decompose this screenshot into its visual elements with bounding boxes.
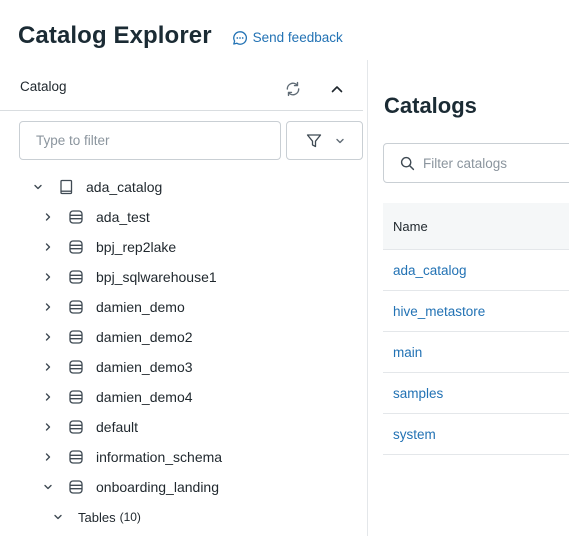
catalog-link[interactable]: hive_metastore [393,304,485,319]
table-row: system [383,414,569,455]
tree-item-label: Tables [78,509,116,525]
page-header: Catalog Explorer Send feedback [18,18,343,54]
table-row: samples [383,373,569,414]
database-icon [68,419,84,435]
chevron-right-icon[interactable] [42,361,54,373]
catalog-link[interactable]: main [393,345,422,360]
chevron-right-icon[interactable] [42,271,54,283]
filter-options-button[interactable] [286,121,363,160]
tree-item-label: default [96,419,139,435]
tree-item-label: damien_demo2 [96,329,193,345]
tree-item[interactable]: bpj_rep2lake [42,232,176,262]
catalog-link[interactable]: samples [393,386,443,401]
database-icon [68,329,84,345]
collapse-panel-button[interactable] [326,78,348,100]
tree-item[interactable]: information_schema [42,442,222,472]
database-icon [68,449,84,465]
database-icon [68,269,84,285]
refresh-button[interactable] [282,78,304,100]
catalog-link[interactable]: ada_catalog [393,263,467,278]
tree-item-label: damien_demo3 [96,359,193,375]
tree-item-label: ada_test [96,209,150,225]
database-icon [68,209,84,225]
tree-item[interactable]: ada_catalog [32,172,162,202]
table-body: ada_catalog hive_metastoremain samples syst… [383,250,569,455]
tree-item[interactable]: bpj_sqlwarehouse1 [42,262,217,292]
tree-item-label: bpj_rep2lake [96,239,177,255]
tree-item[interactable]: damien_demo [42,292,185,322]
tree-item[interactable]: damien_demo2 [42,322,193,352]
chevron-down-icon [335,138,344,143]
tree-item[interactable]: onboarding_landing [42,472,219,502]
book-icon [58,179,74,195]
chevron-right-icon[interactable] [42,241,54,253]
tree-item-label: damien_demo4 [96,389,193,405]
chevron-down-icon[interactable] [52,511,64,523]
tree-item[interactable]: damien_demo3 [42,352,193,382]
catalog-search-input[interactable]: Filter catalogs [383,143,569,183]
catalog-link[interactable]: system [393,427,436,442]
tree-item[interactable]: damien_demo4 [42,382,193,412]
chevron-up-icon [331,86,343,93]
chevron-right-icon[interactable] [42,421,54,433]
chevron-right-icon[interactable] [42,301,54,313]
tree-item[interactable]: ada_test [42,202,150,232]
database-icon [68,479,84,495]
funnel-icon [306,133,321,147]
search-placeholder: Filter catalogs [423,155,508,171]
database-icon [68,299,84,315]
tree-item-label: bpj_sqlwarehouse1 [96,269,217,285]
tree-item-label: information_schema [96,449,223,465]
send-feedback-label: Send feedback [252,30,343,45]
search-icon [400,156,415,170]
tree-filter-input[interactable] [19,121,281,160]
chevron-right-icon[interactable] [42,451,54,463]
database-icon [68,239,84,255]
chevron-down-icon[interactable] [32,181,44,193]
tree-item-label: damien_demo [96,299,185,315]
sidebar-title: Catalog [20,79,67,94]
column-header-name[interactable]: Name [383,203,569,250]
sidebar-header: Catalog [0,60,368,111]
tree-item-count: (10) [119,510,141,524]
database-icon [68,389,84,405]
chevron-down-icon[interactable] [42,481,54,493]
tree-item[interactable]: Tables (10) [52,502,141,532]
catalogs-table: Name ada_catalog hive_metastoremain sample… [383,203,569,455]
chevron-right-icon[interactable] [42,211,54,223]
chevron-right-icon[interactable] [42,331,54,343]
refresh-icon [286,81,300,97]
table-row: main [383,332,569,373]
table-row: hive_metastore [383,291,569,332]
chevron-right-icon[interactable] [42,391,54,403]
send-feedback-link[interactable]: Send feedback [232,30,343,46]
tree-item[interactable]: default [42,412,138,442]
table-row: ada_catalog [383,250,569,291]
catalogs-heading: Catalogs [384,93,477,118]
chat-bubble-icon [232,30,247,45]
database-icon [68,359,84,375]
tree-item-label: ada_catalog [86,179,163,195]
sidebar-divider [0,110,363,111]
page-title: Catalog Explorer [18,22,212,49]
main-content: Catalogs Filter catalogs Name ada_catalo… [369,60,569,536]
tree-item-label: onboarding_landing [96,479,219,495]
